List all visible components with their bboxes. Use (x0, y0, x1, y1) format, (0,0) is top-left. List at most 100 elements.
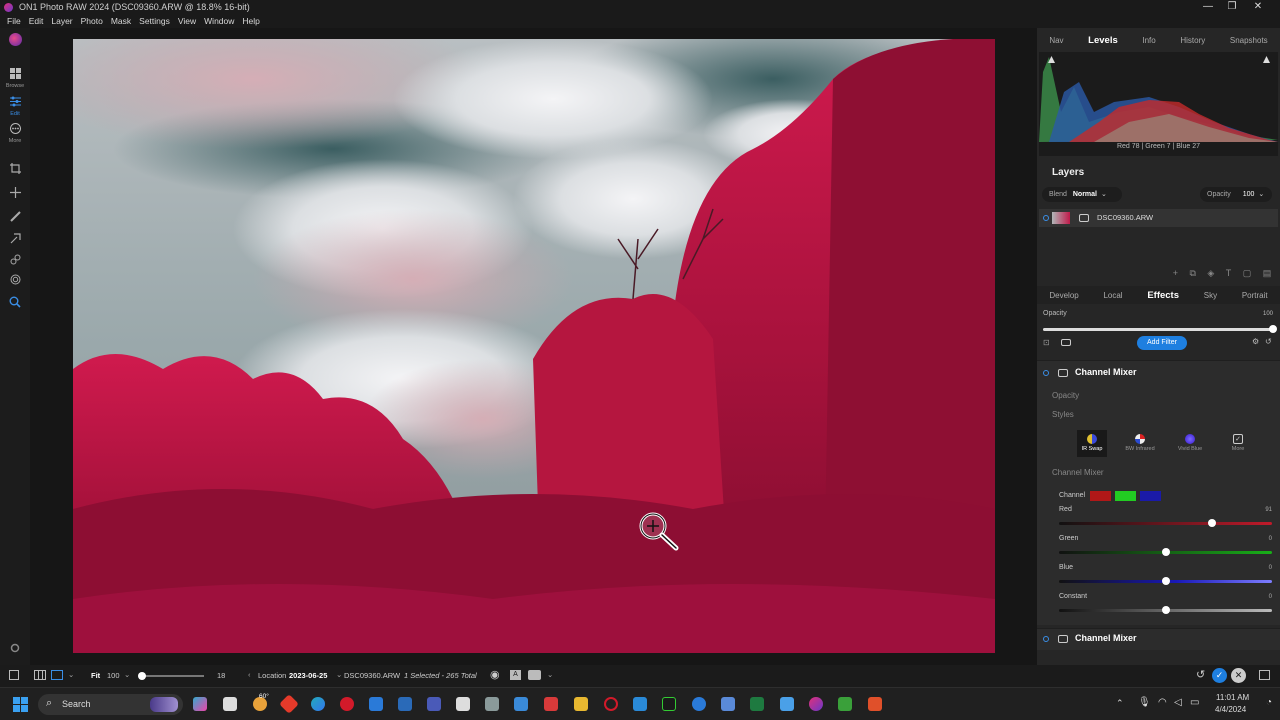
channel-red-swatch[interactable] (1090, 491, 1111, 501)
zoom-slider-knob[interactable] (138, 672, 146, 680)
effects-opacity-slider[interactable] (1043, 325, 1277, 335)
fit-button[interactable]: Fit (91, 671, 100, 680)
file-explorer-icon[interactable] (574, 697, 588, 711)
filter-visibility-icon[interactable] (1043, 636, 1049, 642)
excel-icon[interactable] (750, 697, 764, 711)
eye-icon[interactable]: ◉ (490, 668, 500, 681)
taskbar-search-box[interactable]: ⌕ Search (38, 694, 183, 715)
clock-date[interactable]: 4/4/2024 (1215, 705, 1246, 714)
speaker-icon[interactable]: ◁ (1174, 697, 1182, 708)
tab-nav[interactable]: Nav (1049, 36, 1063, 45)
fingerprint-tool[interactable] (0, 274, 30, 288)
effects-opacity-knob[interactable] (1269, 325, 1277, 333)
opera-gx-icon[interactable] (604, 697, 618, 711)
snagit-icon[interactable] (868, 697, 882, 711)
channel-blue-swatch[interactable] (1140, 491, 1161, 501)
notification-bell-icon[interactable]: ◔ (1266, 697, 1272, 708)
edge-icon[interactable] (311, 697, 325, 711)
reset-icon[interactable]: ↺ (1265, 337, 1272, 346)
menu-photo[interactable]: Photo (77, 16, 107, 26)
zoom-slider-track[interactable] (142, 675, 204, 677)
wifi-icon[interactable]: ◠ (1158, 697, 1167, 708)
tab-local[interactable]: Local (1103, 291, 1122, 300)
chevron-left-icon[interactable]: ‹ (248, 670, 251, 679)
red-slider-track[interactable] (1059, 522, 1272, 525)
clock-time[interactable]: 11:01 AM (1216, 693, 1249, 702)
text-layer-icon[interactable]: T (1226, 268, 1232, 280)
close-window-button[interactable]: ✕ (1245, 0, 1271, 14)
calculator-icon[interactable] (721, 697, 735, 711)
add-layer-mask-icon[interactable]: ⊡ (1043, 338, 1050, 347)
filter-mask-icon[interactable] (1058, 635, 1068, 643)
move-tool[interactable] (0, 187, 30, 201)
on1-taskbar-icon[interactable] (809, 697, 823, 711)
task-view-icon[interactable] (223, 697, 237, 711)
photo-preview[interactable] (73, 39, 995, 653)
notification-app-icon[interactable] (692, 697, 706, 711)
maximize-button[interactable]: ❐ (1219, 0, 1245, 14)
chevron-down-icon[interactable]: ⌄ (547, 670, 553, 679)
remote-desktop-icon[interactable] (514, 697, 528, 711)
tab-info[interactable]: Info (1142, 36, 1155, 45)
zoom-tool[interactable] (0, 296, 30, 311)
filter-visibility-icon[interactable] (1043, 370, 1049, 376)
tab-history[interactable]: History (1180, 36, 1205, 45)
teams-icon[interactable] (427, 697, 441, 711)
blue-slider-knob[interactable] (1161, 577, 1170, 585)
on1-logo-icon[interactable] (0, 33, 30, 49)
auto-icon[interactable]: A (510, 670, 521, 680)
gear-bottom-icon[interactable] (0, 643, 30, 656)
mask-icon[interactable] (1061, 339, 1071, 346)
fill-icon[interactable]: ◈ (1207, 268, 1214, 280)
undo-icon[interactable]: ↺ (1196, 668, 1205, 681)
tab-develop[interactable]: Develop (1049, 291, 1078, 300)
hulu-icon[interactable] (662, 697, 676, 711)
add-filter-button[interactable]: Add Filter (1137, 336, 1187, 350)
chevron-up-icon[interactable]: ⌃ (1116, 698, 1124, 709)
mask-view-icon[interactable] (528, 670, 541, 680)
menu-window[interactable]: Window (200, 16, 238, 26)
tab-effects[interactable]: Effects (1147, 290, 1179, 301)
chevron-down-icon[interactable]: ⌄ (68, 670, 74, 679)
vpn-icon[interactable] (398, 697, 412, 711)
menu-edit[interactable]: Edit (25, 16, 48, 26)
crop-tool[interactable] (0, 163, 30, 177)
notepad-icon[interactable] (780, 697, 794, 711)
right-panel-toggle-icon[interactable] (1259, 670, 1270, 680)
chevron-down-icon[interactable]: ⌄ (124, 670, 130, 679)
chevron-down-icon[interactable]: ⌄ (336, 670, 342, 679)
constant-slider-knob[interactable] (1161, 606, 1170, 614)
gear-icon[interactable]: ⚙ (1252, 337, 1259, 346)
minimize-button[interactable]: — (1195, 0, 1221, 14)
blend-mode-select[interactable]: Blend Normal ⌄ (1042, 187, 1122, 202)
filter-title[interactable]: Channel Mixer (1075, 367, 1137, 377)
menu-view[interactable]: View (174, 16, 200, 26)
tab-sky[interactable]: Sky (1204, 291, 1217, 300)
grid-view-icon[interactable] (34, 670, 46, 680)
canvas-area[interactable] (30, 28, 1037, 665)
zoom-value[interactable]: 100 (107, 671, 120, 680)
layer-mask-icon[interactable] (1079, 214, 1089, 222)
layer-opacity-select[interactable]: Opacity 100 ⌄ (1200, 187, 1272, 202)
browse-module-button[interactable]: Browse (0, 68, 30, 89)
filter-mask-icon[interactable] (1058, 369, 1068, 377)
photos-app-icon[interactable] (456, 697, 470, 711)
apply-check-icon[interactable]: ✓ (1212, 668, 1227, 683)
style-vivid-blue[interactable]: Vivid Blue (1173, 430, 1207, 457)
layer-visibility-icon[interactable] (1043, 215, 1049, 221)
brush-tool[interactable] (0, 211, 30, 225)
second-filter-header[interactable]: Channel Mixer (1037, 628, 1280, 650)
red-slider-knob[interactable] (1208, 519, 1217, 527)
add-layer-icon[interactable]: + (1173, 268, 1178, 280)
calendar-app-icon[interactable] (544, 697, 558, 711)
opera-icon[interactable] (340, 697, 354, 711)
style-ir-swap[interactable]: IR Swap (1077, 430, 1107, 457)
mail-icon[interactable] (369, 697, 383, 711)
battery-icon[interactable]: ▭ (1190, 697, 1199, 708)
bing-icon[interactable] (633, 697, 647, 711)
app-icon-red-diamond[interactable] (279, 694, 299, 714)
menu-mask[interactable]: Mask (107, 16, 135, 26)
channel-green-swatch[interactable] (1115, 491, 1136, 501)
style-bw-infrared[interactable]: BW Infrared (1123, 430, 1157, 457)
more-module-button[interactable]: More (0, 123, 30, 144)
